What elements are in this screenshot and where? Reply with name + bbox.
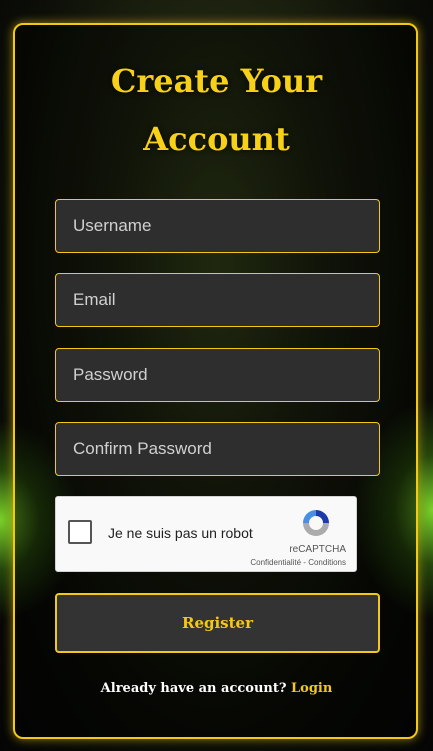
confirm-password-input[interactable] bbox=[55, 422, 380, 476]
page-title: Create Your Account bbox=[0, 52, 433, 168]
privacy-link[interactable]: Confidentialité bbox=[250, 558, 301, 567]
terms-link[interactable]: Conditions bbox=[308, 558, 346, 567]
login-prompt: Already have an account? Login bbox=[0, 681, 433, 696]
recaptcha-label: Je ne suis pas un robot bbox=[108, 525, 253, 541]
recaptcha-links: Confidentialité - Conditions bbox=[250, 558, 346, 567]
recaptcha-brand: reCAPTCHA bbox=[289, 544, 346, 555]
login-prompt-text: Already have an account? bbox=[100, 681, 287, 696]
password-input[interactable] bbox=[55, 348, 380, 402]
username-input[interactable] bbox=[55, 199, 380, 253]
title-line-1: Create Your bbox=[110, 62, 323, 100]
recaptcha-checkbox[interactable] bbox=[68, 520, 92, 544]
recaptcha-logo-icon bbox=[303, 510, 329, 536]
register-button[interactable]: Register bbox=[55, 593, 380, 653]
email-input[interactable] bbox=[55, 273, 380, 327]
title-line-2: Account bbox=[143, 120, 290, 158]
login-link[interactable]: Login bbox=[291, 681, 332, 696]
recaptcha-widget: Je ne suis pas un robot reCAPTCHA Confid… bbox=[55, 496, 357, 572]
